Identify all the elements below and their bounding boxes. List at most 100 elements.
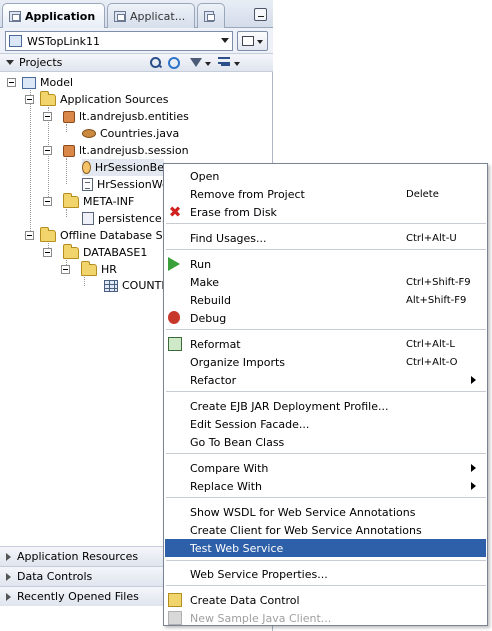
menu-item-label: Run: [190, 257, 212, 271]
collapse-toggle[interactable]: [7, 78, 16, 87]
menu-item-find-usages[interactable]: Find Usages... Ctrl+Alt-U: [165, 229, 486, 247]
tree-node-application-sources[interactable]: Application Sources: [40, 90, 169, 108]
accordion-label: Data Controls: [17, 570, 93, 583]
reformat-icon: [168, 337, 182, 351]
menu-item-label: Create Data Control: [190, 593, 300, 607]
expand-arrow-icon: [6, 552, 11, 561]
menu-item-label: Edit Session Facade...: [190, 417, 310, 431]
tree-node-label: HrSessionBe: [94, 161, 164, 174]
package-icon: [63, 110, 75, 123]
tree-line: [84, 277, 85, 286]
menu-item-new-sample-java-client[interactable]: New Sample Java Client...: [165, 609, 486, 627]
tree-node-offline-database-sources[interactable]: Offline Database Sou: [40, 226, 177, 244]
tab-applications-other[interactable]: Applicat...: [107, 3, 195, 28]
menu-item-organize-imports[interactable]: Organize Imports Ctrl+Alt-O: [165, 353, 486, 371]
working-sets-icon[interactable]: [218, 56, 232, 69]
menu-item-reformat[interactable]: Reformat Ctrl+Alt-L: [165, 335, 486, 353]
tree-node-meta-inf[interactable]: META-INF: [63, 192, 134, 210]
menu-item-label: Find Usages...: [190, 231, 267, 245]
collapse-toggle[interactable]: [43, 146, 52, 155]
filter-icon[interactable]: [190, 58, 202, 67]
submenu-arrow-icon: [471, 464, 476, 472]
tree-line: [30, 90, 31, 235]
menu-item-create-data-control[interactable]: Create Data Control: [165, 591, 486, 609]
menu-item-open[interactable]: Open: [165, 167, 486, 185]
menu-item-show-wsdl[interactable]: Show WSDL for Web Service Annotations: [165, 503, 486, 521]
tree-node-hr[interactable]: HR: [81, 260, 117, 278]
menu-item-debug[interactable]: Debug: [165, 309, 486, 327]
menu-item-label: Debug: [190, 311, 227, 325]
projects-panel-header[interactable]: Projects: [0, 54, 273, 72]
menu-separator: [166, 249, 486, 250]
tree-node-label: DATABASE1: [83, 246, 148, 259]
menu-item-label: Web Service Properties...: [190, 567, 328, 581]
tab-application[interactable]: Application: [2, 3, 105, 29]
tree-node-persistence-xml[interactable]: persistence.: [82, 210, 165, 227]
menu-item-compare-with[interactable]: Compare With: [165, 459, 486, 477]
java-file-icon: [82, 129, 96, 138]
erase-icon: ✖: [168, 203, 182, 221]
chevron-down-icon: [221, 38, 229, 43]
menu-separator: [166, 585, 486, 586]
application-menu-button[interactable]: [237, 31, 268, 51]
menu-item-run[interactable]: Run: [165, 255, 486, 273]
search-icon[interactable]: [149, 56, 163, 69]
chevron-down-icon[interactable]: [205, 62, 211, 66]
application-icon: [9, 35, 22, 47]
tree-line: [66, 124, 67, 132]
tree-node-label: HrSessionWe: [97, 178, 169, 191]
menu-item-make[interactable]: Make Ctrl+Shift-F9: [165, 273, 486, 291]
session-bean-icon: [82, 161, 91, 174]
minimize-button[interactable]: [254, 8, 267, 21]
collapse-toggle[interactable]: [43, 197, 52, 206]
tree-node-label: lt.andrejusb.session: [79, 144, 189, 157]
tree-node-model[interactable]: Model: [22, 74, 73, 91]
menu-item-go-to-bean-class[interactable]: Go To Bean Class: [165, 433, 486, 451]
tree-node-countries-table[interactable]: COUNTR: [104, 277, 169, 294]
projects-header-label: Projects: [19, 56, 63, 69]
menu-item-edit-session-facade[interactable]: Edit Session Facade...: [165, 415, 486, 433]
menu-item-label: Open: [190, 169, 220, 183]
menu-item-test-web-service[interactable]: Test Web Service: [165, 539, 486, 557]
tree-node-package-session[interactable]: lt.andrejusb.session: [63, 142, 189, 159]
menu-item-rebuild[interactable]: Rebuild Alt+Shift-F9: [165, 291, 486, 309]
menu-item-label: Organize Imports: [190, 355, 286, 369]
collapse-toggle[interactable]: [25, 95, 34, 104]
tree-node-label: HR: [101, 263, 117, 276]
application-icon: [114, 10, 126, 22]
collapse-arrow-icon[interactable]: [6, 60, 14, 65]
tree-node-hrsessionbean[interactable]: HrSessionBe: [82, 159, 164, 176]
collapse-toggle[interactable]: [61, 265, 70, 274]
sync-icon[interactable]: [168, 57, 180, 69]
tree-node-package-entities[interactable]: lt.andrejusb.entities: [63, 108, 189, 125]
menu-item-replace-with[interactable]: Replace With: [165, 477, 486, 495]
menu-item-create-ejb-jar-profile[interactable]: Create EJB JAR Deployment Profile...: [165, 397, 486, 415]
application-selector[interactable]: WSTopLink11: [5, 31, 233, 51]
submenu-arrow-icon: [471, 482, 476, 490]
collapse-toggle[interactable]: [43, 248, 52, 257]
chevron-down-icon: [257, 40, 263, 44]
tree-node-label: Offline Database Sou: [60, 229, 177, 242]
menu-item-label: Rebuild: [190, 293, 231, 307]
menu-item-web-service-properties[interactable]: Web Service Properties...: [165, 565, 486, 583]
menu-item-refactor[interactable]: Refactor: [165, 371, 486, 389]
menu-item-label: Reformat: [190, 337, 241, 351]
menu-item-remove-from-project[interactable]: Remove from Project Delete: [165, 185, 486, 203]
menu-item-label: Remove from Project: [190, 187, 305, 201]
tree-node-hrsessionwebservice[interactable]: HrSessionWe: [82, 176, 169, 193]
menu-item-erase-from-disk[interactable]: ✖ Erase from Disk: [165, 203, 486, 221]
menu-separator: [166, 497, 486, 498]
tree-node-countries-java[interactable]: Countries.java: [82, 125, 179, 142]
submenu-arrow-icon: [471, 376, 476, 384]
tab-third[interactable]: [197, 3, 225, 28]
collapse-toggle[interactable]: [25, 231, 34, 240]
window-icon: [204, 10, 215, 22]
application-selector-row: WSTopLink11: [0, 28, 273, 54]
tree-node-label: Application Sources: [60, 93, 169, 106]
menu-item-label: Refactor: [190, 373, 237, 387]
chevron-down-icon[interactable]: [234, 62, 240, 66]
menu-item-create-client[interactable]: Create Client for Web Service Annotation…: [165, 521, 486, 539]
collapse-toggle[interactable]: [43, 112, 52, 121]
tree-node-database1[interactable]: DATABASE1: [63, 243, 148, 261]
menu-item-shortcut: Ctrl+Alt-O: [406, 356, 458, 368]
